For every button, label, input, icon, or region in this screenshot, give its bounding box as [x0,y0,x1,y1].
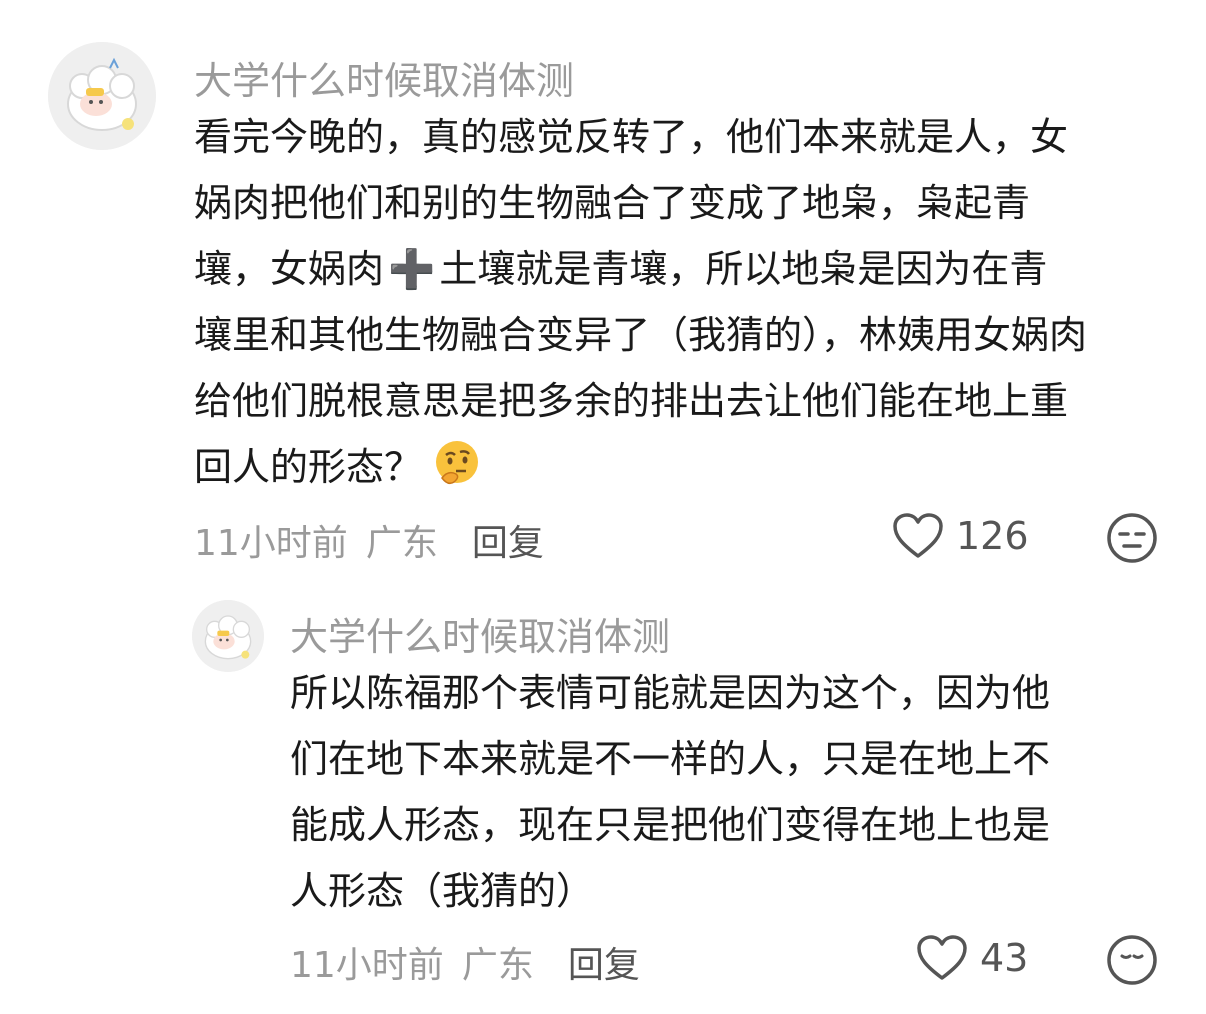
comment-line: 壤里和其他生物融合变异了（我猜的），林姨用女娲肉 [194,313,1088,357]
comment-meta: 11小时前 广东 回复 [290,936,640,988]
avatar[interactable] [48,42,156,150]
dislike-button[interactable] [1106,934,1158,986]
comment-line: 给他们脱根意思是把多余的排出去让他们能在地上重 [194,379,1069,423]
comment-line: 所以陈福那个表情可能就是因为这个，因为他 [290,671,1051,715]
comment-line-segment: 回人的形态？ [194,445,423,489]
comment-text: 看完今晚的，真的感觉反转了，他们本来就是人，女 娲肉把他们和别的生物融合了变成了… [194,104,1174,500]
comment-time: 11小时前 [290,945,444,986]
thinking-face-emoji [436,441,479,485]
comment-location: 广东 [365,523,438,564]
comment-username[interactable]: 大学什么时候取消体测 [194,50,574,105]
like-button[interactable]: 126 [892,512,1029,560]
avatar-sheep-icon [48,42,156,150]
comment-line: 回人的形态？ [194,434,1174,500]
comment-line: 人形态（我猜的） [290,869,595,913]
reply-comment-item: 大学什么时候取消体测 所以陈福那个表情可能就是因为这个，因为他 们在地下本来就是… [0,590,1206,1014]
comment-time: 11小时前 [194,523,348,564]
like-button[interactable]: 43 [916,934,1028,982]
comment-line-segment: 壤，女娲肉 [194,247,385,291]
comment-line: 壤，女娲肉 ➕ 土壤就是青壤，所以地枭是因为在青 [194,236,1174,302]
dislike-button[interactable] [1106,512,1158,564]
comment-item: 大学什么时候取消体测 看完今晚的，真的感觉反转了，他们本来就是人，女 娲肉把他们… [0,0,1206,590]
like-count: 126 [956,514,1029,558]
plus-emoji: ➕ [388,247,436,291]
comment-line: 们在地下本来就是不一样的人，只是在地上不 [290,737,1051,781]
comment-username[interactable]: 大学什么时候取消体测 [290,606,670,661]
comment-line: 看完今晚的，真的感觉反转了，他们本来就是人，女 [194,115,1069,159]
neutral-face-icon [1107,513,1157,563]
comment-text: 所以陈福那个表情可能就是因为这个，因为他 们在地下本来就是不一样的人，只是在地上… [290,660,1150,924]
comment-meta: 11小时前 广东 回复 [194,514,544,566]
avatar[interactable] [192,600,264,672]
heart-outline-icon [893,513,943,558]
avatar-sheep-icon [192,600,264,672]
neutral-face-icon [1107,935,1157,985]
reply-button[interactable]: 回复 [568,936,640,988]
comment-line: 娲肉把他们和别的生物融合了变成了地枭，枭起青 [194,181,1031,225]
reply-button[interactable]: 回复 [472,514,544,566]
like-count: 43 [980,936,1029,980]
comment-line-segment: 土壤就是青壤，所以地枭是因为在青 [439,247,1048,291]
heart-outline-icon [917,935,967,980]
comment-line: 能成人形态，现在只是把他们变得在地上也是 [290,803,1051,847]
comment-location: 广东 [461,945,534,986]
